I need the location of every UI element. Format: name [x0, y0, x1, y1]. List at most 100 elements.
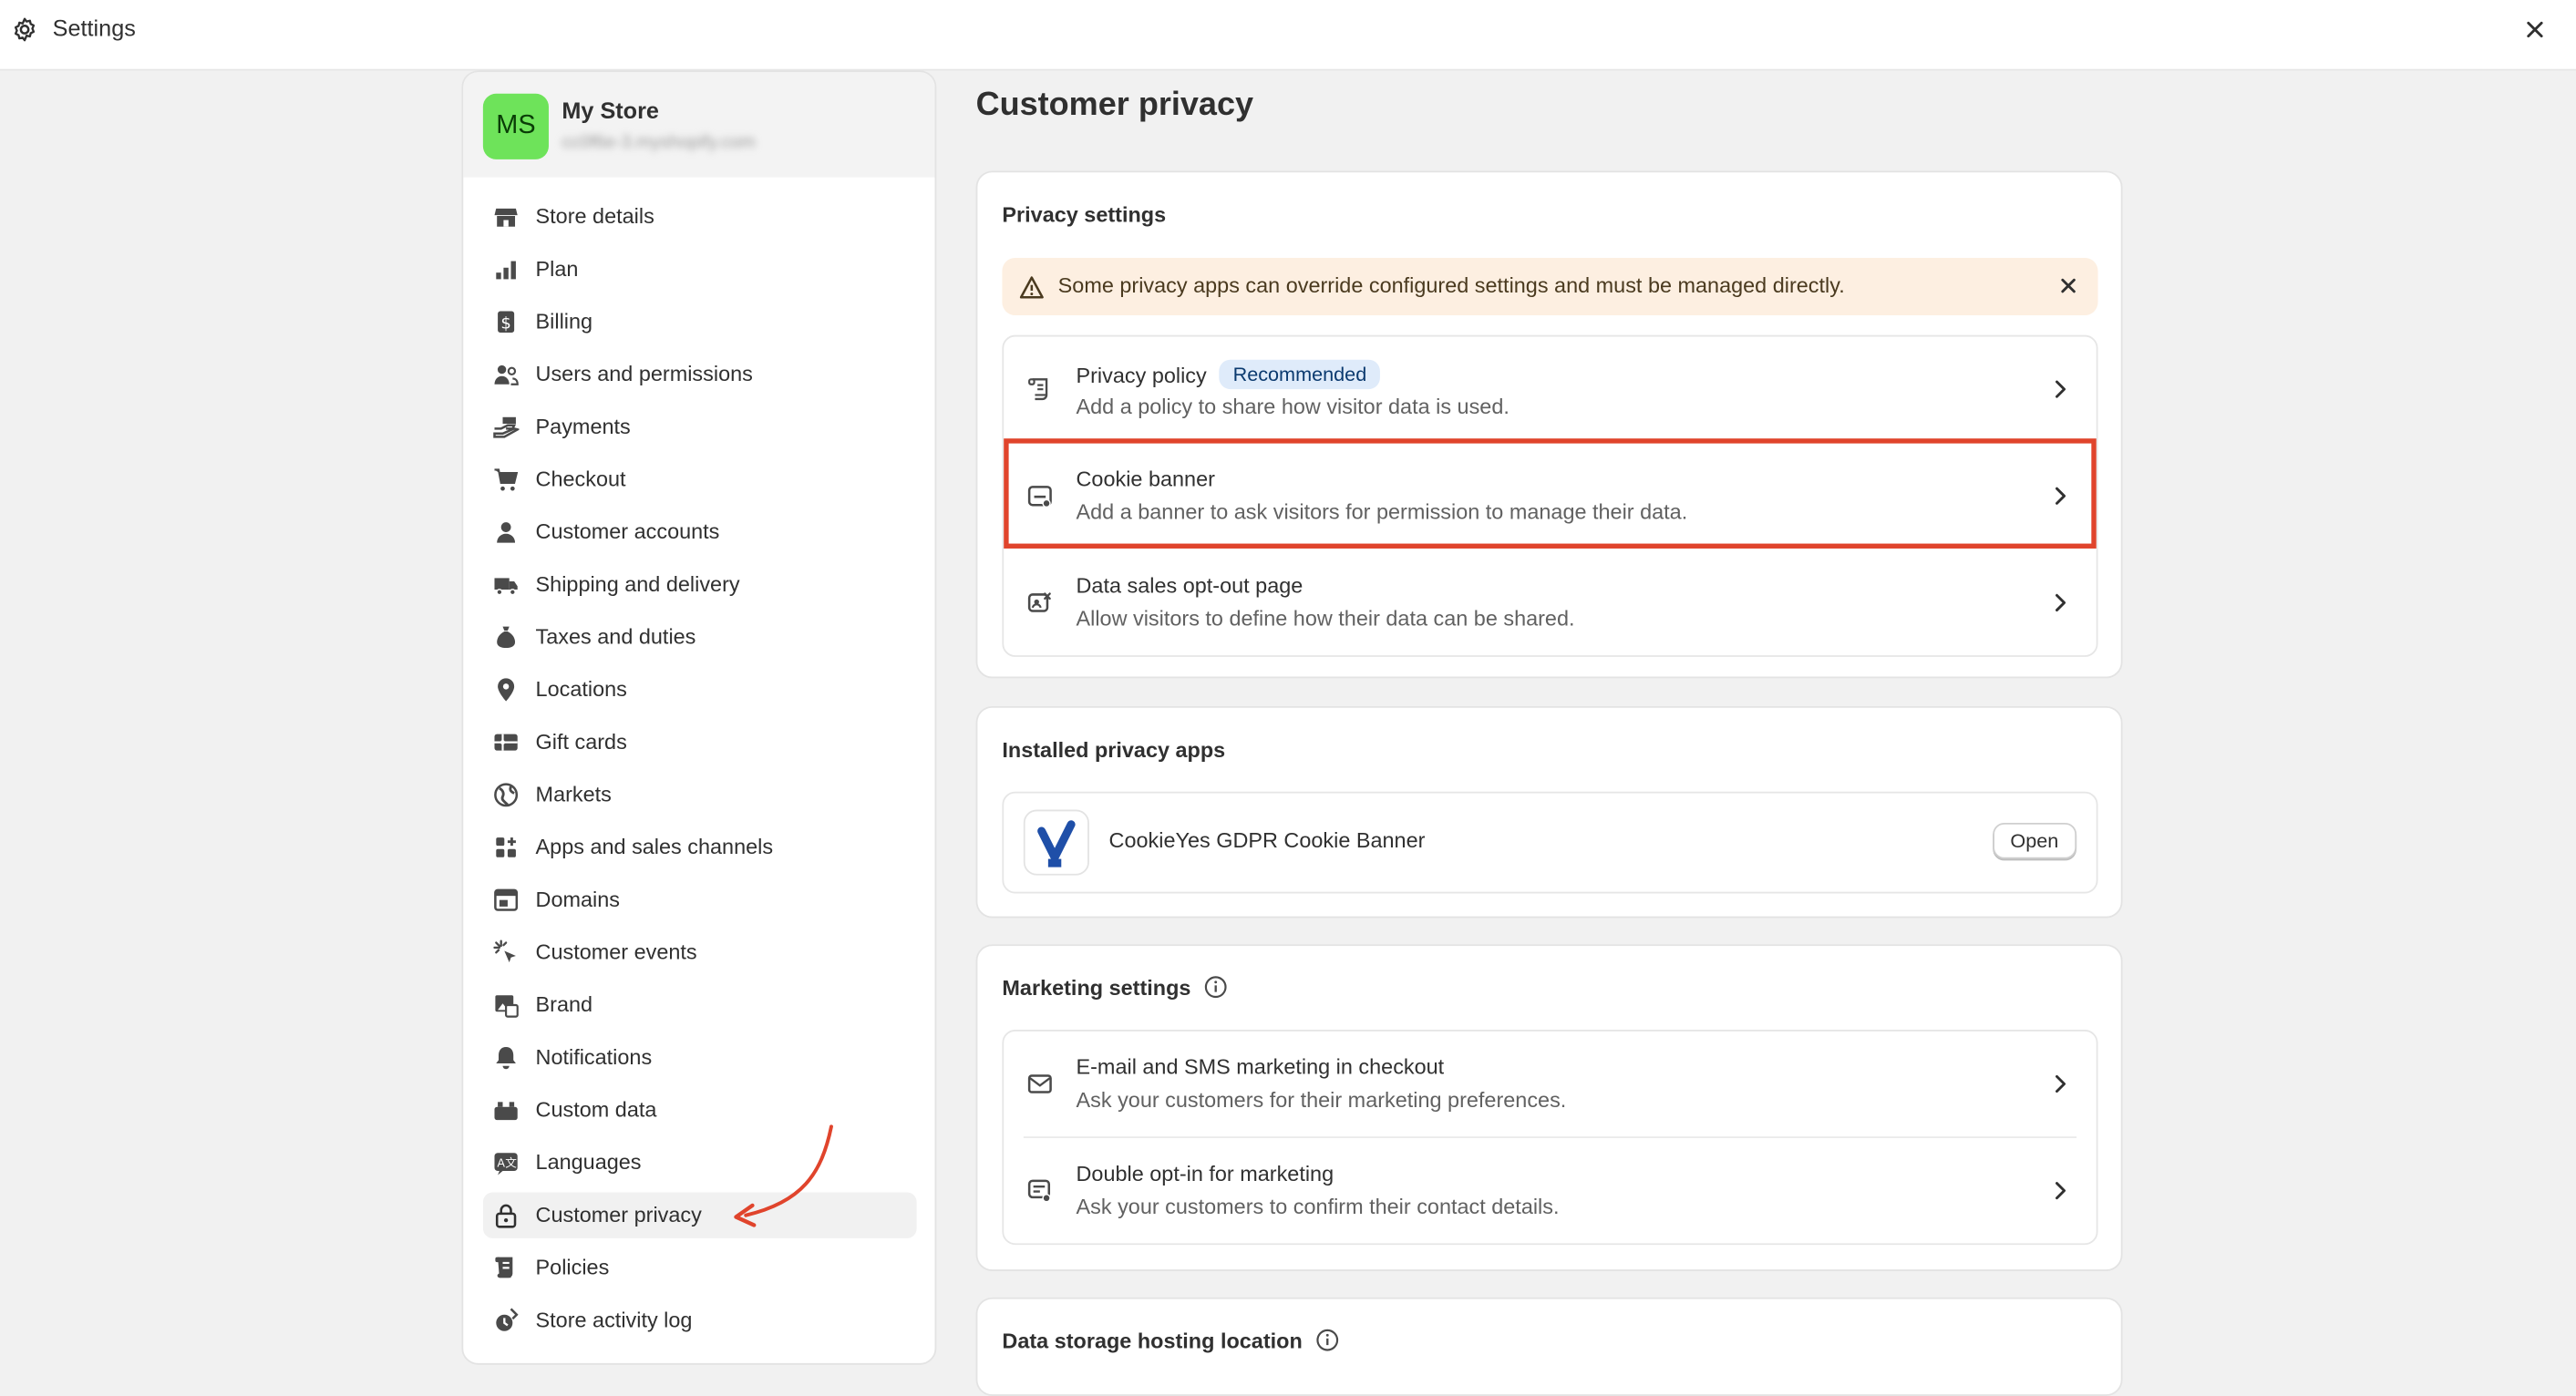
row-title: Privacy policy Recommended: [1076, 359, 1380, 390]
sidebar-item-label: Custom data: [535, 1096, 657, 1122]
cart-icon: [494, 468, 519, 491]
sidebar-item-notifications[interactable]: Notifications: [483, 1034, 917, 1080]
data-storage-label: Data storage hosting location: [1002, 1329, 1303, 1354]
sidebar-item-label: Plan: [535, 256, 579, 282]
sidebar-item-label: Checkout: [535, 466, 626, 491]
svg-text:文: 文: [505, 1156, 517, 1170]
sidebar-item-store-details[interactable]: Store details: [483, 194, 917, 240]
info-icon[interactable]: [1315, 1329, 1338, 1351]
sidebar-item-brand[interactable]: Brand: [483, 982, 917, 1028]
sidebar-item-domains[interactable]: Domains: [483, 877, 917, 922]
email-sms-marketing-row[interactable]: E-mail and SMS marketing in checkout Ask…: [1004, 1032, 2097, 1136]
privacy-warning-banner: Some privacy apps can override configure…: [1002, 257, 2098, 316]
cookieyes-app-row: CookieYes GDPR Cookie Banner Open: [1004, 794, 2097, 892]
policy-scroll-icon: [1028, 378, 1048, 401]
location-pin-icon: [498, 678, 515, 702]
settings-title: Settings: [52, 15, 136, 42]
svg-text:$: $: [500, 313, 510, 333]
installed-apps-title: Installed privacy apps: [1002, 737, 1226, 763]
sidebar-item-store-activity-log[interactable]: Store activity log: [483, 1298, 917, 1343]
sidebar-item-label: Store details: [535, 203, 654, 229]
payments-hand-icon: [493, 416, 520, 438]
settings-sidebar: MS My Store cc0f6e-3.myshopify.com Store…: [461, 70, 937, 1365]
row-title: Data sales opt-out page: [1076, 573, 1303, 599]
dismiss-icon[interactable]: [2056, 272, 2082, 299]
sidebar-item-label: Locations: [535, 676, 627, 702]
double-opt-in-row[interactable]: Double opt-in for marketing Ask your cus…: [1004, 1138, 2097, 1243]
marketing-settings-list: E-mail and SMS marketing in checkout Ask…: [1002, 1030, 2098, 1246]
warning-icon: [1019, 276, 1044, 299]
brand-image-icon: [495, 995, 519, 1018]
top-bar: Settings: [0, 0, 2576, 71]
sidebar-item-label: Store activity log: [535, 1307, 693, 1332]
data-sales-opt-out-row[interactable]: Data sales opt-out page Allow visitors t…: [1004, 550, 2097, 655]
settings-window: Settings MS My Store cc0f6e-3.myshopify.…: [0, 0, 2576, 1396]
page-title: Customer privacy: [975, 87, 1254, 124]
svg-text:A: A: [497, 1156, 505, 1170]
row-description: Ask your customers to confirm their cont…: [1076, 1194, 1560, 1219]
money-bag-icon: [497, 626, 516, 649]
sidebar-item-label: Gift cards: [535, 729, 627, 754]
sidebar-item-payments[interactable]: Payments: [483, 404, 917, 449]
users-icon: [494, 364, 519, 385]
recommended-badge: Recommended: [1220, 359, 1380, 390]
plan-chart-icon: [496, 261, 516, 280]
sidebar-item-taxes-and-duties[interactable]: Taxes and duties: [483, 614, 917, 660]
chevron-right-icon: [2056, 1074, 2066, 1093]
sidebar-item-customer-accounts[interactable]: Customer accounts: [483, 509, 917, 555]
sidebar-item-label: Payments: [535, 414, 631, 439]
sidebar-item-label: Customer privacy: [535, 1202, 702, 1227]
app-name: CookieYes GDPR Cookie Banner: [1108, 827, 1426, 853]
sidebar-item-label: Languages: [535, 1149, 642, 1175]
close-icon[interactable]: [2520, 15, 2550, 44]
sidebar-item-plan[interactable]: Plan: [483, 246, 917, 292]
data-storage-title: Data storage hosting location: [1002, 1329, 1338, 1353]
annotation-arrow: [734, 1124, 833, 1227]
sidebar-item-label: Customer accounts: [535, 518, 720, 544]
sidebar-item-markets[interactable]: Markets: [483, 772, 917, 817]
sidebar-item-policies[interactable]: Policies: [483, 1245, 917, 1290]
store-header[interactable]: MS My Store cc0f6e-3.myshopify.com: [463, 72, 935, 178]
policies-scroll-icon: [495, 1257, 513, 1278]
installed-apps-list: CookieYes GDPR Cookie Banner Open: [1002, 791, 2098, 894]
person-icon: [497, 522, 516, 543]
sidebar-item-users-and-permissions[interactable]: Users and permissions: [483, 352, 917, 397]
billing-dollar-icon: $: [498, 311, 515, 333]
store-icon: [494, 208, 518, 227]
data-storage-card: Data storage hosting location: [975, 1297, 2123, 1396]
sidebar-item-apps-and-sales-channels[interactable]: Apps and sales channels: [483, 825, 917, 870]
activity-log-icon: [496, 1308, 519, 1331]
sidebar-item-locations[interactable]: Locations: [483, 667, 917, 713]
installed-privacy-apps-card: Installed privacy apps CookieYes GDPR Co…: [975, 705, 2123, 919]
sidebar-item-customer-events[interactable]: Customer events: [483, 929, 917, 975]
sidebar-item-label: Domains: [535, 887, 621, 912]
bell-icon: [496, 1046, 516, 1070]
row-description: Ask your customers for their marketing p…: [1076, 1087, 1567, 1113]
privacy-settings-title: Privacy settings: [1002, 201, 1167, 227]
banner-text: Some privacy apps can override configure…: [1057, 272, 1845, 298]
privacy-policy-row[interactable]: Privacy policy Recommended Add a policy t…: [1004, 336, 2097, 441]
store-avatar: MS: [482, 93, 549, 159]
marketing-settings-title: Marketing settings: [1002, 976, 1227, 1001]
sidebar-item-label: Taxes and duties: [535, 623, 696, 649]
contact-confirm-icon: [1027, 1179, 1051, 1203]
sidebar-item-gift-cards[interactable]: Gift cards: [483, 719, 917, 765]
chevron-right-icon: [2056, 380, 2066, 398]
marketing-settings-label: Marketing settings: [1002, 975, 1191, 1001]
sidebar-item-checkout[interactable]: Checkout: [483, 457, 917, 502]
cursor-click-icon: [493, 939, 516, 963]
sidebar-item-label: Policies: [535, 1254, 610, 1279]
privacy-settings-card: Privacy settings Some privacy apps can o…: [975, 170, 2123, 679]
info-icon[interactable]: [1204, 976, 1227, 999]
row-description: Allow visitors to define how their data …: [1076, 606, 1575, 631]
privacy-policy-title: Privacy policy: [1076, 363, 1207, 388]
row-description: Add a policy to share how visitor data i…: [1076, 394, 1510, 419]
sidebar-item-shipping-and-delivery[interactable]: Shipping and delivery: [483, 561, 917, 607]
domains-window-icon: [494, 888, 519, 911]
sidebar-item-label: Shipping and delivery: [535, 571, 740, 597]
sidebar-item-billing[interactable]: $ Billing: [483, 299, 917, 344]
open-app-button[interactable]: Open: [1992, 822, 2077, 859]
sidebar-item-label: Users and permissions: [535, 361, 753, 386]
store-email: cc0f6e-3.myshopify.com: [562, 132, 756, 153]
language-icon: A文: [494, 1153, 518, 1175]
